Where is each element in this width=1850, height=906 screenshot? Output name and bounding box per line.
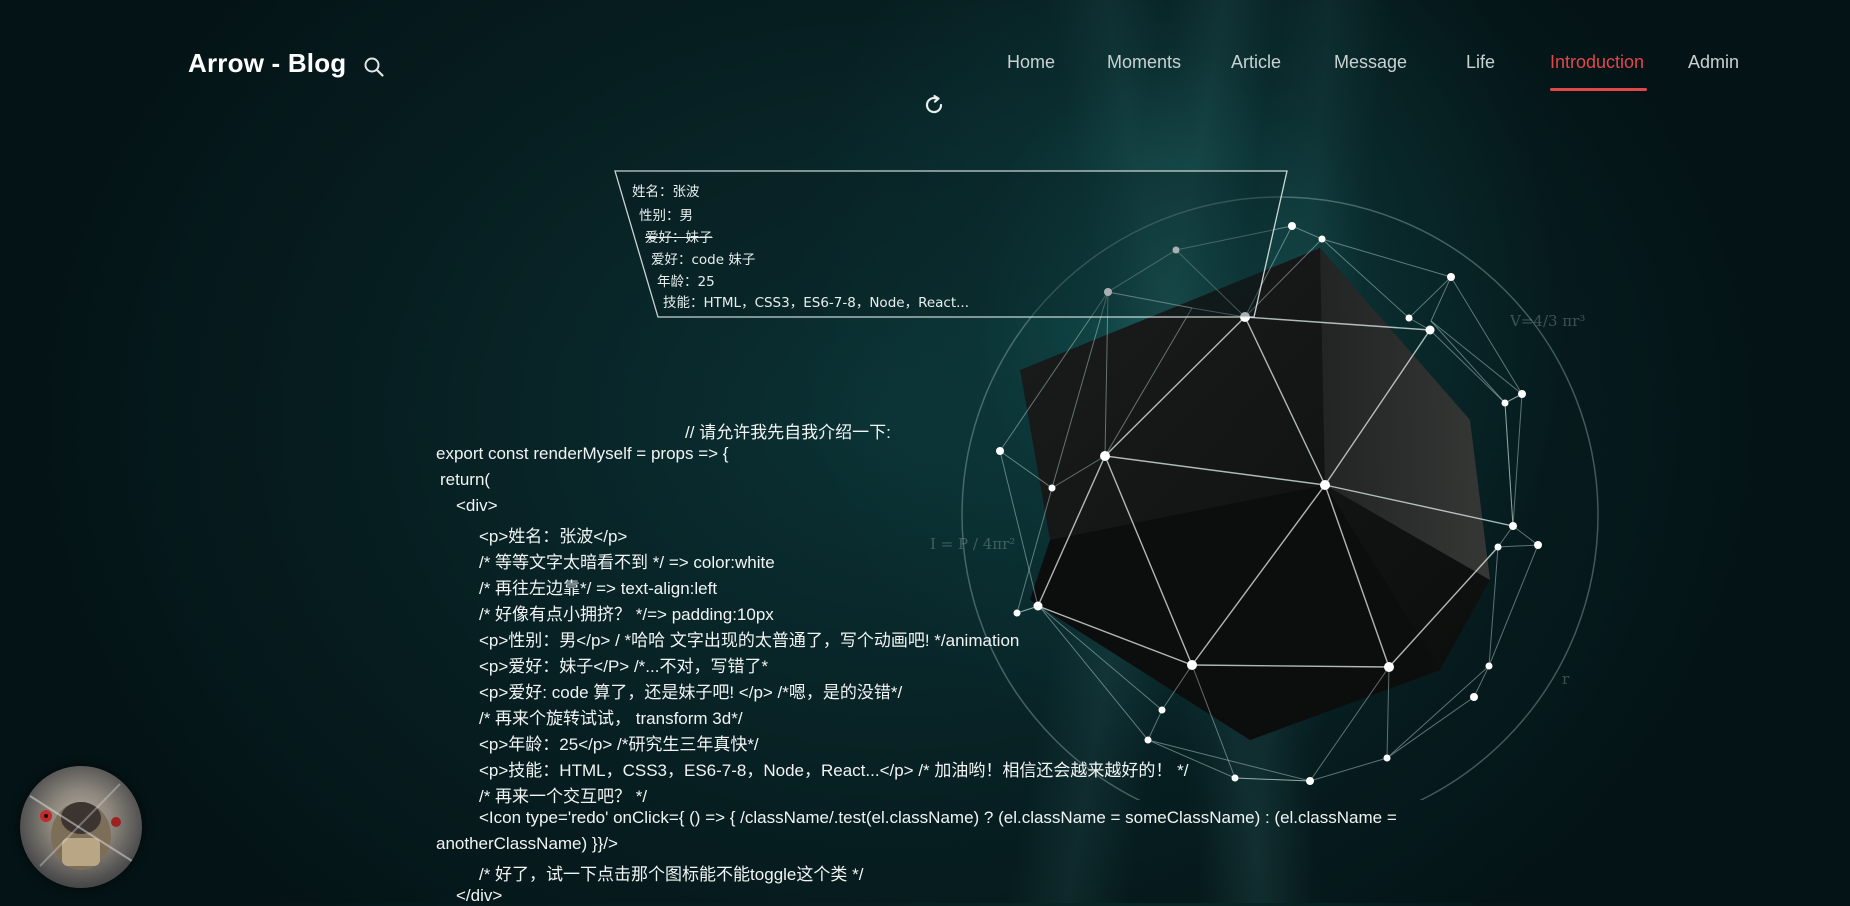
code-line: /* 再来一个交互吧？ */ [479, 787, 648, 806]
nav-moments[interactable]: Moments [1107, 52, 1181, 73]
intensity-formula: I = P / 4πr² [930, 535, 1016, 553]
avatar[interactable] [20, 766, 142, 888]
code-line: <p>姓名：张波</p> [479, 527, 628, 546]
code-line: /* 好像有点小拥挤？ */=> padding:10px [479, 605, 774, 624]
volume-formula: V=4/3 πr³ [1510, 312, 1586, 330]
code-line: <p>年龄：25</p> /*研究生三年真快*/ [479, 735, 759, 754]
code-line: <div> [456, 496, 498, 515]
nav-home[interactable]: Home [1007, 52, 1055, 73]
radius-label: r [1562, 670, 1570, 688]
code-line: return( [440, 470, 491, 489]
code-line: /* 好了，试一下点击那个图标能不能toggle这个类 */ [479, 865, 864, 884]
code-line: /* 再来个旋转试试， transform 3d*/ [479, 709, 743, 728]
code-line: <p>性别：男</p> / *哈哈 文字出现的太普通了，写个动画吧! */ani… [479, 631, 1020, 650]
card-hobby-struck: 爱好：妹子 [645, 230, 713, 246]
nav-life[interactable]: Life [1466, 52, 1495, 73]
card-gender: 性别：男 [639, 208, 693, 224]
code-line: <Icon type='redo' onClick={ () => { /cla… [479, 808, 1397, 827]
info-card: 姓名：张波 性别：男 爱好：妹子 爱好：code 妹子 年龄：25 技能：HTM… [614, 170, 1288, 318]
nav-article[interactable]: Article [1231, 52, 1281, 73]
code-line: export const renderMyself = props => { [436, 444, 729, 463]
card-age: 年龄：25 [657, 274, 715, 290]
site-logo[interactable]: Arrow - Blog [188, 48, 346, 79]
nav-active-indicator [1550, 88, 1647, 91]
nav-introduction[interactable]: Introduction [1550, 52, 1644, 73]
card-hobby: 爱好：code 妹子 [651, 252, 756, 268]
card-name: 姓名：张波 [632, 184, 700, 200]
code-line: <p>爱好：妹子</P> /*...不对，写错了* [479, 657, 769, 676]
code-line: /* 等等文字太暗看不到 */ => color:white [479, 553, 775, 572]
code-line: </div> [456, 886, 503, 905]
code-line: /* 再往左边靠*/ => text-align:left [479, 579, 718, 598]
card-skills: 技能：HTML，CSS3，ES6-7-8，Node，React... [663, 295, 970, 311]
code-line: <p>爱好: code 算了，还是妹子吧! </p> /*嗯，是的没错*/ [479, 683, 903, 702]
nav-admin[interactable]: Admin [1688, 52, 1739, 73]
code-comment-intro: // 请允许我先自我介绍一下: [685, 423, 891, 442]
code-line: <p>技能：HTML，CSS3，ES6-7-8，Node，React...</p… [479, 761, 1189, 780]
search-icon[interactable] [363, 56, 385, 78]
nav-message[interactable]: Message [1334, 52, 1407, 73]
code-line: anotherClassName) }}/> [436, 834, 618, 853]
redo-icon[interactable] [922, 93, 946, 117]
